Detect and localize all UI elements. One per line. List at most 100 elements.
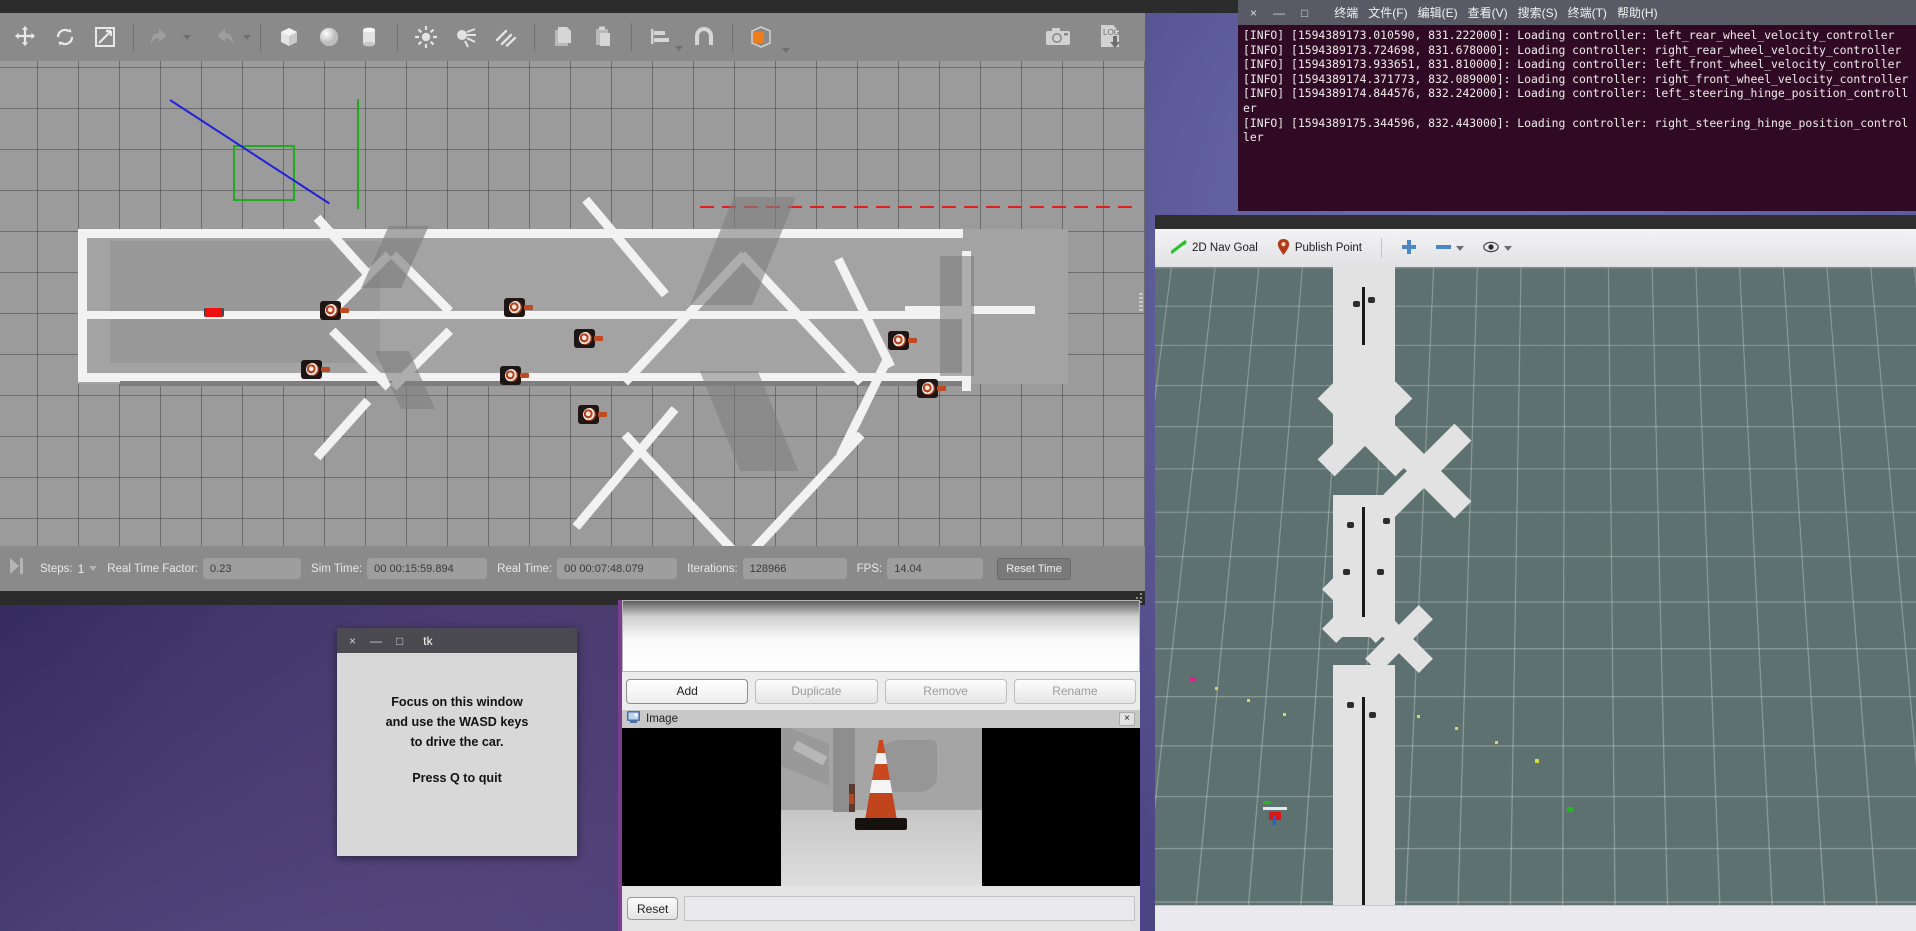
steps-value: 1 <box>77 561 85 576</box>
traffic-cone-nose <box>340 308 349 313</box>
iterations-field: 128966 <box>742 558 847 579</box>
map-obstacle <box>1383 518 1390 524</box>
traffic-cone-nose <box>594 336 603 341</box>
map-obstacle <box>1377 569 1384 575</box>
steps-label: Steps: <box>40 562 73 575</box>
rviz-displays-tree[interactable] <box>622 600 1140 672</box>
map-obstacle <box>1347 522 1354 528</box>
iterations-label: Iterations: <box>687 562 738 575</box>
publish-point-tool[interactable]: Publish Point <box>1271 237 1368 260</box>
paste-icon[interactable] <box>584 17 622 57</box>
box-icon[interactable] <box>270 17 308 57</box>
redo-dropdown-icon[interactable] <box>243 34 251 40</box>
traffic-cone <box>578 405 599 424</box>
scan-point <box>1190 677 1195 682</box>
2d-nav-goal-tool[interactable]: 2D Nav Goal <box>1165 238 1264 259</box>
terminal-titlebar[interactable]: × — □ 终端 文件(F) 编辑(E) 查看(V) 搜索(S) 终端(T) 帮… <box>1238 0 1916 25</box>
terminal-output[interactable]: [INFO] [1594389173.010590, 831.222000]: … <box>1238 25 1916 211</box>
menu-file[interactable]: 文件(F) <box>1368 4 1407 21</box>
traffic-cone <box>917 379 938 398</box>
steps-spinner[interactable] <box>89 566 98 571</box>
image-panel-title: Image <box>646 713 678 725</box>
copy-icon[interactable] <box>544 17 582 57</box>
view-angle-dropdown-icon[interactable] <box>782 48 790 53</box>
undo-icon[interactable] <box>143 17 181 57</box>
real-time-field: 00 00:07:48.079 <box>557 558 678 579</box>
menu-edit[interactable]: 编辑(E) <box>1418 4 1458 21</box>
robot-car-model[interactable] <box>205 308 222 317</box>
remove-button[interactable]: Remove <box>884 678 1007 704</box>
menu-view[interactable]: 查看(V) <box>1468 4 1508 21</box>
rviz-3d-window: 2D Nav Goal Publish Point <box>1155 215 1916 931</box>
close-icon[interactable]: × <box>1250 7 1257 19</box>
gazebo-panel-splitter[interactable] <box>1139 293 1144 315</box>
map-obstacle <box>1368 297 1375 303</box>
menu-search[interactable]: 搜索(S) <box>1518 4 1558 21</box>
traffic-cone-nose <box>598 412 607 417</box>
add-tool-button[interactable] <box>1395 237 1423 260</box>
tk-line-1: Focus on this window <box>391 694 523 709</box>
chevron-down-icon[interactable] <box>1455 245 1464 251</box>
maximize-icon[interactable]: □ <box>1301 7 1308 19</box>
align-icon[interactable] <box>641 17 679 57</box>
step-forward-icon[interactable] <box>8 556 26 581</box>
terminal-window: × — □ 终端 文件(F) 编辑(E) 查看(V) 搜索(S) 终端(T) 帮… <box>1238 0 1916 211</box>
add-button[interactable]: Add <box>626 678 749 704</box>
chevron-down-icon[interactable] <box>1503 245 1512 251</box>
track-wall-shadow <box>120 381 970 386</box>
scale-mode-icon[interactable] <box>86 17 124 57</box>
map-obstacle <box>1353 301 1360 307</box>
cylinder-icon[interactable] <box>350 17 388 57</box>
scan-point <box>1535 759 1539 763</box>
menu-terminal[interactable]: 终端(T) <box>1568 4 1607 21</box>
rotate-mode-icon[interactable] <box>46 17 84 57</box>
view-angle-icon[interactable] <box>742 17 780 57</box>
scan-point <box>1283 713 1286 716</box>
toolbar-divider-5 <box>631 23 632 51</box>
camera-image-content <box>781 728 982 886</box>
snap-icon[interactable] <box>685 17 723 57</box>
redo-icon[interactable] <box>203 17 241 57</box>
undo-dropdown-icon[interactable] <box>183 34 191 40</box>
reset-time-button[interactable]: Reset Time <box>997 557 1071 580</box>
point-light-icon[interactable] <box>407 17 445 57</box>
sphere-icon[interactable] <box>310 17 348 57</box>
align-dropdown-icon[interactable] <box>675 46 683 51</box>
minimize-icon[interactable]: — <box>1273 7 1285 19</box>
traffic-cone <box>301 360 322 379</box>
gazebo-3d-scene[interactable] <box>0 61 1145 546</box>
real-time-factor-field: 0.23 <box>203 558 302 579</box>
close-icon[interactable]: × <box>1119 712 1135 726</box>
translate-mode-icon[interactable] <box>6 17 44 57</box>
fps-field: 14.04 <box>887 558 984 579</box>
gazebo-toolbar: LOG <box>0 13 1145 61</box>
rename-button[interactable]: Rename <box>1013 678 1136 704</box>
tk-titlebar[interactable]: × — □ tk <box>337 628 577 653</box>
close-icon[interactable]: × <box>349 635 356 647</box>
toolbar-divider-3 <box>397 23 398 51</box>
toolbar-divider-4 <box>534 23 535 51</box>
2d-nav-goal-label: 2D Nav Goal <box>1192 242 1258 254</box>
remove-tool-button[interactable] <box>1430 240 1470 256</box>
traffic-cone-nose <box>524 305 533 310</box>
menu-terminal-title: 终端 <box>1334 6 1359 20</box>
image-panel-titlebar: Image × <box>622 710 1140 728</box>
screenshot-icon[interactable] <box>1040 17 1078 57</box>
maximize-icon[interactable]: □ <box>396 635 403 647</box>
duplicate-button[interactable]: Duplicate <box>755 678 878 704</box>
views-button[interactable] <box>1477 239 1518 258</box>
directional-light-icon[interactable] <box>487 17 525 57</box>
traffic-cone <box>888 331 909 350</box>
rviz-3d-viewport[interactable]: https://blog.csdn.net/weixin_45306136 <box>1155 267 1916 931</box>
spot-light-icon[interactable] <box>447 17 485 57</box>
gazebo-toolbar-right: LOG <box>1025 13 1145 61</box>
terminal-line: [INFO] [1594389174.371773, 832.089000]: … <box>1243 71 1909 86</box>
nav-goal-arrow-icon <box>1170 239 1187 257</box>
minus-icon <box>1435 242 1451 254</box>
menu-help[interactable]: 帮助(H) <box>1617 4 1658 21</box>
minimize-icon[interactable]: — <box>370 635 382 647</box>
log-record-icon[interactable]: LOG <box>1092 17 1130 57</box>
reset-button[interactable]: Reset <box>627 897 679 920</box>
image-display-panel: Image × Reset <box>622 710 1140 931</box>
scan-point <box>1215 687 1218 690</box>
